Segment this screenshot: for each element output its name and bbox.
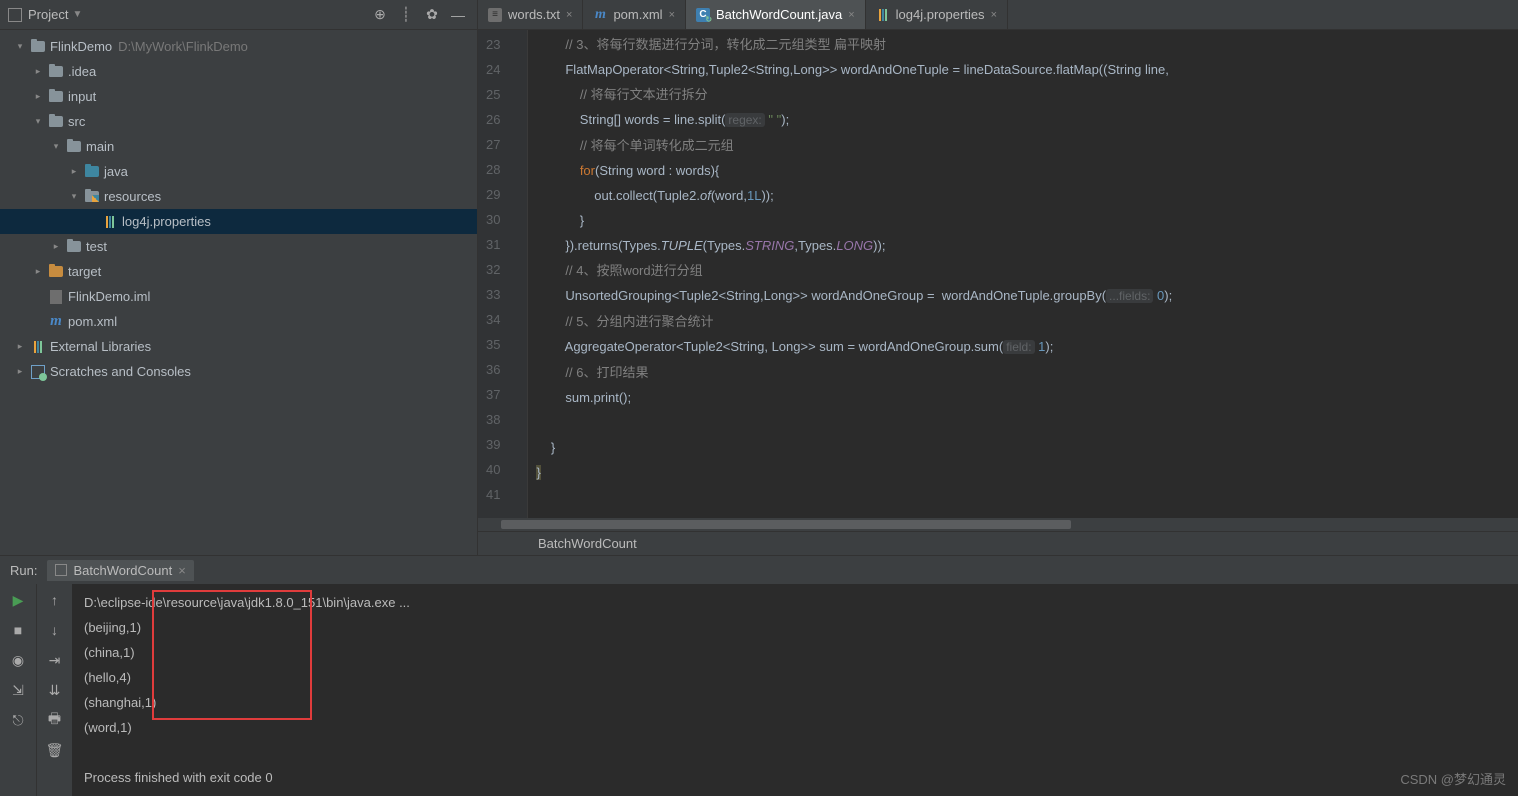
breadcrumb-item[interactable]: BatchWordCount xyxy=(538,536,637,551)
tree-item[interactable]: ▸Scratches and Consoles xyxy=(0,359,477,384)
camera-icon[interactable]: ◉ xyxy=(8,650,28,670)
folder-icon xyxy=(48,115,64,129)
tree-item[interactable]: ▸External Libraries xyxy=(0,334,477,359)
trash-icon[interactable]: 🗑 xyxy=(45,740,65,760)
breadcrumb[interactable]: BatchWordCount xyxy=(478,531,1518,555)
folder-icon xyxy=(66,240,82,254)
folder-icon xyxy=(48,65,64,79)
down-icon[interactable]: ↓ xyxy=(45,620,65,640)
project-sidebar: Project ▼ ⊕ ┊ ✿ — ▾FlinkDemoD:\MyWork\Fl… xyxy=(0,0,478,555)
run-toolbar-left: ▶ ■ ◉ ⇲ ⎋ xyxy=(0,584,36,796)
tree-item[interactable]: ▸target xyxy=(0,259,477,284)
folder-blue-icon xyxy=(84,165,100,179)
tree-item[interactable]: ▸test xyxy=(0,234,477,259)
close-icon[interactable]: × xyxy=(566,9,572,21)
folder-icon xyxy=(48,90,64,104)
editor-pane: ≡words.txt×mpom.xml×CBatchWordCount.java… xyxy=(478,0,1518,555)
collapse-icon[interactable]: — xyxy=(447,4,469,26)
locate-icon[interactable]: ⊕ xyxy=(369,4,391,26)
editor-tab[interactable]: mpom.xml× xyxy=(583,0,686,29)
folder-res-icon xyxy=(84,190,100,204)
close-icon[interactable]: × xyxy=(848,9,854,21)
chevron-down-icon[interactable]: ▼ xyxy=(72,9,82,20)
folder-icon xyxy=(30,40,46,54)
watermark: CSDN @梦幻通灵 xyxy=(1400,769,1506,788)
close-icon[interactable]: × xyxy=(178,563,186,578)
wrap-icon[interactable]: ⇥ xyxy=(45,650,65,670)
tree-item[interactable]: mpom.xml xyxy=(0,309,477,334)
project-tree[interactable]: ▾FlinkDemoD:\MyWork\FlinkDemo▸.idea▸inpu… xyxy=(0,30,477,555)
line-gutter: 23242526272829303132333435363738394041 xyxy=(478,30,514,518)
run-tab-label: BatchWordCount xyxy=(73,563,172,578)
props-icon xyxy=(102,215,118,229)
up-icon[interactable]: ↑ xyxy=(45,590,65,610)
print-icon[interactable]: 🖶 xyxy=(45,710,65,730)
tree-item[interactable]: ▸java xyxy=(0,159,477,184)
tree-item[interactable]: log4j.properties xyxy=(0,209,477,234)
libs-icon xyxy=(30,340,46,354)
tree-item[interactable]: ▸input xyxy=(0,84,477,109)
tree-item[interactable]: ▾resources xyxy=(0,184,477,209)
editor-tab[interactable]: ≡words.txt× xyxy=(478,0,583,29)
code-editor[interactable]: 23242526272829303132333435363738394041 /… xyxy=(478,30,1518,518)
close-icon[interactable]: × xyxy=(669,9,675,21)
tree-item[interactable]: ▾main xyxy=(0,134,477,159)
run-config-icon xyxy=(55,564,67,576)
run-toolbar-2: ↑ ↓ ⇥ ⇊ 🖶 🗑 xyxy=(36,584,72,796)
project-header: Project ▼ ⊕ ┊ ✿ — xyxy=(0,0,477,30)
m-icon: m xyxy=(48,315,64,329)
editor-tab[interactable]: CBatchWordCount.java× xyxy=(686,0,866,29)
code-content[interactable]: // 3、将每行数据进行分词，转化成二元组类型 扁平映射 FlatMapOper… xyxy=(528,30,1518,518)
console-output[interactable]: D:\eclipse-ide\resource\java\jdk1.8.0_15… xyxy=(72,584,1518,796)
gear-icon[interactable]: ✿ xyxy=(421,4,443,26)
run-label: Run: xyxy=(10,563,37,578)
divider-icon: ┊ xyxy=(395,4,417,26)
scroll-icon[interactable]: ⇊ xyxy=(45,680,65,700)
exit-icon[interactable]: ⎋ xyxy=(8,710,28,730)
tree-item[interactable]: ▾FlinkDemoD:\MyWork\FlinkDemo xyxy=(0,34,477,59)
fold-column[interactable] xyxy=(514,30,528,518)
h-scrollbar[interactable] xyxy=(478,518,1518,531)
tree-item[interactable]: ▸.idea xyxy=(0,59,477,84)
tree-item[interactable]: ▾src xyxy=(0,109,477,134)
iml-icon xyxy=(48,290,64,304)
layout-icon[interactable]: ⇲ xyxy=(8,680,28,700)
tree-item[interactable]: FlinkDemo.iml xyxy=(0,284,477,309)
stop-icon[interactable]: ■ xyxy=(8,620,28,640)
rerun-icon[interactable]: ▶ xyxy=(8,590,28,610)
run-tab[interactable]: BatchWordCount × xyxy=(47,560,193,581)
project-title[interactable]: Project xyxy=(28,7,68,22)
project-icon xyxy=(8,8,22,22)
editor-tabs: ≡words.txt×mpom.xml×CBatchWordCount.java… xyxy=(478,0,1518,30)
folder-orange-icon xyxy=(48,265,64,279)
run-header: Run: BatchWordCount × xyxy=(0,556,1518,584)
scratch-icon xyxy=(30,365,46,379)
folder-icon xyxy=(66,140,82,154)
run-panel: Run: BatchWordCount × ▶ ■ ◉ ⇲ ⎋ ↑ ↓ ⇥ ⇊ … xyxy=(0,555,1518,796)
editor-tab[interactable]: log4j.properties× xyxy=(866,0,1008,29)
close-icon[interactable]: × xyxy=(991,9,997,21)
